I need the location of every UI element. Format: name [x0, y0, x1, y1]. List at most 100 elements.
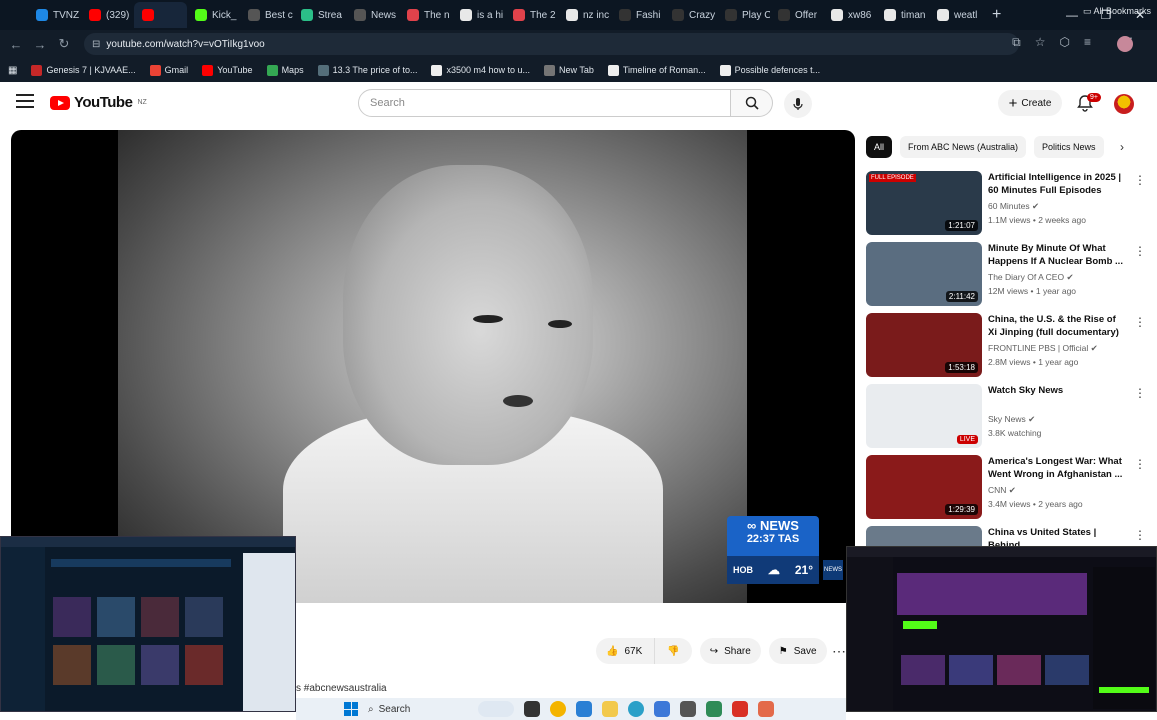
filter-chip[interactable]: All	[866, 136, 893, 158]
app-icon[interactable]	[654, 701, 670, 717]
bookmark-star-icon[interactable]: ☆	[1035, 35, 1046, 50]
video-title[interactable]: China vs United States | Behind	[988, 526, 1124, 546]
install-icon[interactable]: ⧉	[1012, 35, 1021, 50]
channel-name[interactable]: FRONTLINE PBS | Official ✔	[988, 343, 1098, 354]
account-avatar[interactable]	[1114, 94, 1134, 114]
extensions-icon[interactable]: ⬡	[1060, 35, 1070, 50]
channel-name[interactable]: 60 Minutes ✔	[988, 201, 1039, 212]
browser-tab[interactable]: The 2	[505, 2, 558, 28]
all-bookmarks[interactable]: ▭ All Bookmarks	[1083, 6, 1151, 17]
recommendation-item[interactable]: 2:11:42 Minute By Minute Of What Happens …	[866, 242, 1146, 306]
more-options-icon[interactable]: ⋮	[1134, 315, 1146, 329]
downloads-icon[interactable]: ≡	[1084, 35, 1091, 50]
hamburger-menu-icon[interactable]	[16, 94, 34, 108]
browser-tab[interactable]: Strea	[293, 2, 346, 28]
app-icon[interactable]	[732, 701, 748, 717]
recommendation-item[interactable]: 1:29:39 America's Longest War: What Went …	[866, 455, 1146, 519]
browser-tab[interactable]: (329)	[81, 2, 134, 28]
more-options-icon[interactable]: ⋮	[1134, 244, 1146, 258]
window-preview-left[interactable]	[0, 536, 296, 712]
app-icon[interactable]	[758, 701, 774, 717]
dislike-button[interactable]: 👎	[655, 638, 692, 664]
filter-chip[interactable]: From ABC News (Australia)	[900, 136, 1027, 158]
channel-name[interactable]: Sky News ✔	[988, 414, 1035, 425]
video-thumbnail[interactable]: 1:53:18	[866, 313, 982, 377]
video-thumbnail[interactable]: 1:29:39	[866, 455, 982, 519]
app-icon[interactable]	[576, 701, 592, 717]
recommendation-item[interactable]: 1:53:18 China, the U.S. & the Rise of Xi …	[866, 313, 1146, 377]
profile-avatar[interactable]	[1117, 36, 1133, 52]
like-button[interactable]: 👍 67K	[596, 638, 656, 664]
bookmark-item[interactable]: Maps	[266, 64, 304, 76]
video-title[interactable]: Minute By Minute Of What Happens If A Nu…	[988, 242, 1124, 268]
recommendation-item[interactable]: LIVE Watch Sky News Sky News ✔ 3.8K watchin…	[866, 384, 1146, 448]
video-title[interactable]: China, the U.S. & the Rise of Xi Jinping…	[988, 313, 1124, 340]
edge-icon[interactable]	[628, 701, 644, 717]
video-player[interactable]: ∞ NEWS 22:37 TAS HOB ☁ 21° NEWS	[11, 130, 855, 603]
url-text[interactable]: youtube.com/watch?v=vOTiIkg1voo	[106, 39, 264, 50]
browser-tab[interactable]: The n	[399, 2, 452, 28]
video-title[interactable]: Watch Sky News	[988, 384, 1124, 397]
create-button[interactable]: + Create	[998, 90, 1062, 116]
channel-name[interactable]: The Diary Of A CEO ✔	[988, 272, 1074, 283]
taskbar-search[interactable]: ⌕ Search	[368, 704, 468, 715]
more-options-icon[interactable]: ⋮	[1134, 173, 1146, 187]
browser-tab[interactable]: News	[346, 2, 399, 28]
chevron-right-icon[interactable]: ›	[1120, 140, 1124, 154]
window-preview-right[interactable]	[846, 546, 1157, 712]
video-hashtag[interactable]: s #abcnewsaustralia	[296, 683, 387, 694]
reload-icon[interactable]: ↻	[52, 36, 76, 52]
windows-start-icon[interactable]	[344, 702, 358, 716]
browser-tab[interactable]: timan	[876, 2, 929, 28]
browser-tab[interactable]: Fashi	[611, 2, 664, 28]
back-icon[interactable]: ←	[4, 37, 28, 52]
filter-chip[interactable]: Politics News	[1034, 136, 1104, 158]
bookmark-item[interactable]: Gmail	[149, 64, 188, 76]
video-thumbnail[interactable]	[866, 526, 982, 546]
browser-tab[interactable]: is a hi	[452, 2, 505, 28]
more-actions-icon[interactable]: ⋯	[832, 643, 846, 660]
site-info-icon[interactable]: ⊟	[92, 39, 100, 50]
task-view-icon[interactable]	[524, 701, 540, 717]
browser-tab[interactable]: Crazy	[664, 2, 717, 28]
browser-tab[interactable]: Offer	[770, 2, 823, 28]
bookmark-item[interactable]: 13.3 The price of to...	[317, 64, 417, 76]
more-options-icon[interactable]: ⋮	[1134, 457, 1146, 471]
search-input[interactable]: Search	[358, 89, 731, 117]
recommendation-item[interactable]: FULL EPISODE 1:21:07 Artificial Intelligen…	[866, 171, 1146, 235]
share-button[interactable]: ↪ Share	[699, 638, 761, 664]
omnibox[interactable]: ⊟ youtube.com/watch?v=vOTiIkg1voo	[84, 33, 1019, 55]
chrome-icon[interactable]	[550, 701, 566, 717]
file-explorer-icon[interactable]	[602, 701, 618, 717]
video-title[interactable]: Artificial Intelligence in 2025 | 60 Min…	[988, 171, 1124, 197]
youtube-logo[interactable]: YouTube NZ	[50, 94, 147, 111]
bookmark-item[interactable]: New Tab	[544, 64, 594, 76]
app-icon[interactable]	[706, 701, 722, 717]
browser-tab[interactable]: xw86	[823, 2, 876, 28]
browser-tab[interactable]	[134, 2, 187, 28]
recommendation-item[interactable]: China vs United States | Behind ⋮	[866, 526, 1146, 546]
widgets-icon[interactable]	[478, 701, 514, 717]
search-button[interactable]	[731, 89, 773, 117]
bookmark-item[interactable]: x3500 m4 how to u...	[431, 64, 530, 76]
bookmark-item[interactable]: YouTube	[202, 64, 253, 76]
save-button[interactable]: ⚑ Save	[768, 638, 827, 664]
apps-icon[interactable]: ▦	[8, 65, 17, 76]
video-thumbnail[interactable]: FULL EPISODE 1:21:07	[866, 171, 982, 235]
more-options-icon[interactable]: ⋮	[1134, 528, 1146, 542]
forward-icon[interactable]: →	[28, 37, 52, 52]
browser-tab[interactable]: nz inc	[558, 2, 611, 28]
more-options-icon[interactable]: ⋮	[1134, 386, 1146, 400]
app-icon[interactable]	[680, 701, 696, 717]
bookmark-item[interactable]: Timeline of Roman...	[607, 64, 706, 76]
bookmark-item[interactable]: Genesis 7 | KJVAAE...	[31, 64, 136, 76]
browser-tab[interactable]: TVNZ	[28, 2, 81, 28]
video-title[interactable]: America's Longest War: What Went Wrong i…	[988, 455, 1124, 481]
new-tab-button[interactable]: +	[982, 6, 1011, 24]
browser-tab[interactable]: Best c	[240, 2, 293, 28]
channel-name[interactable]: CNN ✔	[988, 485, 1016, 496]
video-thumbnail[interactable]: LIVE	[866, 384, 982, 448]
video-thumbnail[interactable]: 2:11:42	[866, 242, 982, 306]
browser-tab[interactable]: weatl	[929, 2, 982, 28]
browser-tab[interactable]: Play C	[717, 2, 770, 28]
